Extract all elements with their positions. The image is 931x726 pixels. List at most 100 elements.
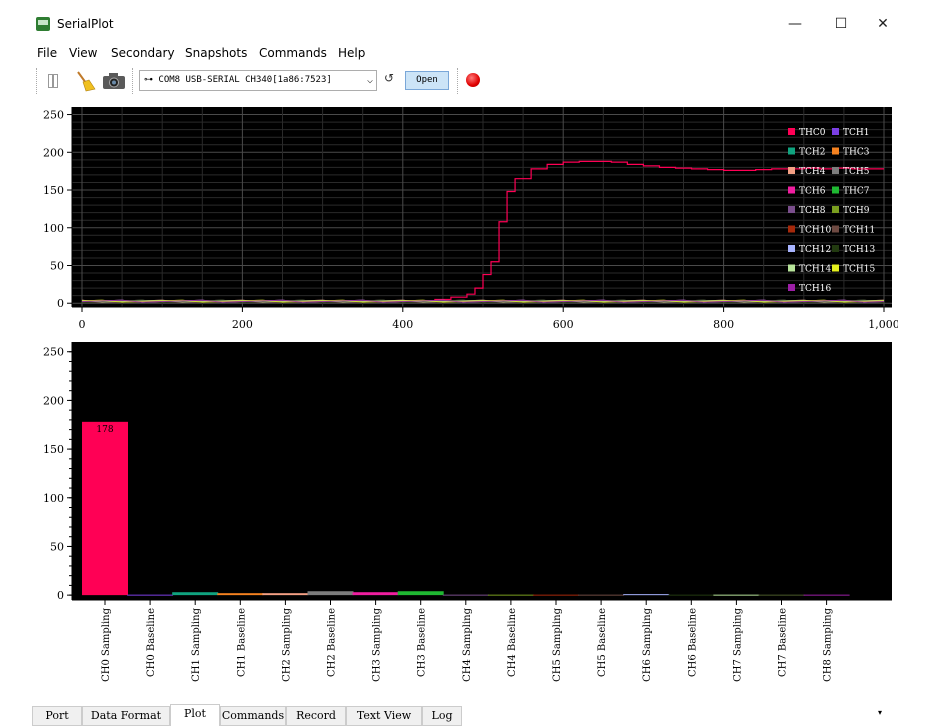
y-tick-label: 150 (43, 443, 64, 456)
x-tick-label: 800 (713, 318, 734, 331)
menu-help[interactable]: Help (338, 46, 365, 60)
legend-swatch (788, 264, 795, 272)
snapshot-icon[interactable] (102, 72, 126, 90)
tab-commands[interactable]: Commands (220, 706, 286, 726)
category-label: CH8 Sampling (823, 607, 834, 681)
menu-file[interactable]: File (37, 46, 57, 60)
x-tick-label: 600 (553, 318, 574, 331)
category-label: CH0 Sampling (101, 607, 112, 681)
y-tick-label: 200 (43, 394, 64, 407)
category-label: CH7 Sampling (732, 607, 743, 681)
window-title: SerialPlot (57, 17, 114, 31)
legend-swatch (788, 206, 795, 213)
y-tick-label: 100 (43, 492, 64, 505)
port-select[interactable]: ⊶ COM8 USB-SERIAL CH340[1a86:7523] ⌵ (139, 70, 377, 91)
toolbar-separator (132, 68, 133, 94)
port-select-value: ⊶ COM8 USB-SERIAL CH340[1a86:7523] (144, 75, 332, 85)
camera-icon (103, 73, 125, 89)
menu-secondary[interactable]: Secondary (111, 46, 175, 60)
legend-label-thc7: THC7 (843, 187, 870, 197)
broom-icon (77, 71, 96, 92)
legend-swatch (788, 225, 795, 233)
bottom-tab-bar: Port Data Format Plot Commands Record Te… (28, 704, 931, 726)
category-label: CH3 Baseline (417, 608, 428, 677)
title-bar: SerialPlot — ☐ ✕ (0, 0, 931, 42)
bar-ch0-sampling (82, 421, 128, 596)
plot-canvas: 0 50 100 150 200 250 0 200 400 600 800 1,000 THC0 TC… (43, 107, 898, 682)
legend-swatch (832, 225, 839, 233)
bar-ch5-baseline (578, 594, 625, 596)
category-label: CH5 Sampling (552, 607, 563, 681)
bar-plot-background (72, 342, 892, 600)
y-tick-label: 50 (50, 259, 64, 272)
bar-ch1-sampling (172, 592, 219, 596)
category-label: CH1 Baseline (236, 608, 247, 677)
legend-swatch (832, 167, 839, 174)
bar-ch3-sampling (352, 592, 399, 596)
category-label: CH6 Sampling (642, 607, 653, 681)
legend-label-tch1: TCH1 (843, 128, 869, 138)
bar-ch4-baseline (487, 594, 534, 596)
minimize-button[interactable]: — (780, 12, 810, 36)
legend-swatch (788, 245, 795, 252)
bar-plot-category-labels: CH0 Sampling CH0 Baseline CH1 Sampling CH1 … (101, 600, 834, 682)
toolbar: ⊶ COM8 USB-SERIAL CH340[1a86:7523] ⌵ ↺ O… (34, 66, 931, 96)
bar-ch7-sampling (713, 594, 760, 596)
pause-icon[interactable] (48, 74, 58, 88)
bar-ch1-baseline (217, 593, 264, 596)
chevron-down-icon: ⌵ (366, 75, 373, 86)
bar-ch6-sampling (623, 594, 670, 596)
tab-plot[interactable]: Plot (170, 704, 220, 726)
toolbar-grip (36, 68, 37, 94)
tab-text-view[interactable]: Text View (346, 706, 422, 726)
close-button[interactable]: ✕ (868, 12, 898, 36)
y-tick-label: 0 (57, 297, 64, 310)
clear-icon[interactable] (74, 70, 96, 92)
x-tick-label: 1,000 (868, 318, 898, 331)
refresh-icon[interactable]: ↺ (384, 71, 394, 85)
maximize-button[interactable]: ☐ (826, 12, 856, 36)
tab-data-format[interactable]: Data Format (82, 706, 170, 726)
tab-record[interactable]: Record (286, 706, 346, 726)
bar-ch3-baseline (397, 591, 444, 596)
legend-swatch (788, 167, 795, 174)
y-tick-label: 150 (43, 184, 64, 197)
legend-swatch (788, 147, 795, 155)
legend-swatch (832, 128, 839, 135)
legend-label-tch16: TCH16 (799, 284, 831, 294)
category-label: CH2 Sampling (281, 607, 292, 681)
bar-ch7-baseline (758, 594, 805, 596)
legend-swatch (788, 284, 795, 291)
y-tick-label: 100 (43, 222, 64, 235)
menu-snapshots[interactable]: Snapshots (185, 46, 247, 60)
bar-ch0-baseline (127, 594, 174, 596)
menu-view[interactable]: View (69, 46, 97, 60)
y-tick-label: 0 (57, 589, 64, 602)
legend-label-tch4: TCH4 (799, 167, 826, 177)
open-button[interactable]: Open (405, 71, 449, 90)
legend-swatch (832, 186, 839, 194)
category-label: CH3 Sampling (372, 607, 383, 681)
tab-port[interactable]: Port (32, 706, 82, 726)
legend-label-thc0: THC0 (799, 128, 826, 138)
record-icon[interactable] (466, 73, 480, 87)
x-tick-label: 0 (79, 318, 86, 331)
tab-log[interactable]: Log (422, 706, 462, 726)
bar-ch6-baseline (668, 594, 715, 596)
category-label: CH0 Baseline (146, 608, 157, 677)
category-label: CH4 Sampling (462, 607, 473, 681)
category-label: CH4 Baseline (507, 608, 518, 677)
menu-bar: File View Secondary Snapshots Commands H… (0, 44, 931, 64)
bar-ch8-sampling (803, 594, 850, 596)
y-tick-label: 250 (43, 109, 64, 122)
legend-label-tch13: TCH13 (843, 245, 875, 255)
legend-swatch (788, 186, 795, 194)
tab-overflow-arrow[interactable]: ▾ (878, 708, 882, 717)
legend-swatch (832, 206, 839, 213)
category-label: CH5 Baseline (597, 608, 608, 677)
bar-ch5-sampling (533, 594, 579, 596)
legend-label-tch10: TCH10 (799, 226, 831, 236)
y-tick-label: 250 (43, 346, 64, 359)
y-tick-label: 50 (50, 540, 64, 553)
menu-commands[interactable]: Commands (259, 46, 327, 60)
